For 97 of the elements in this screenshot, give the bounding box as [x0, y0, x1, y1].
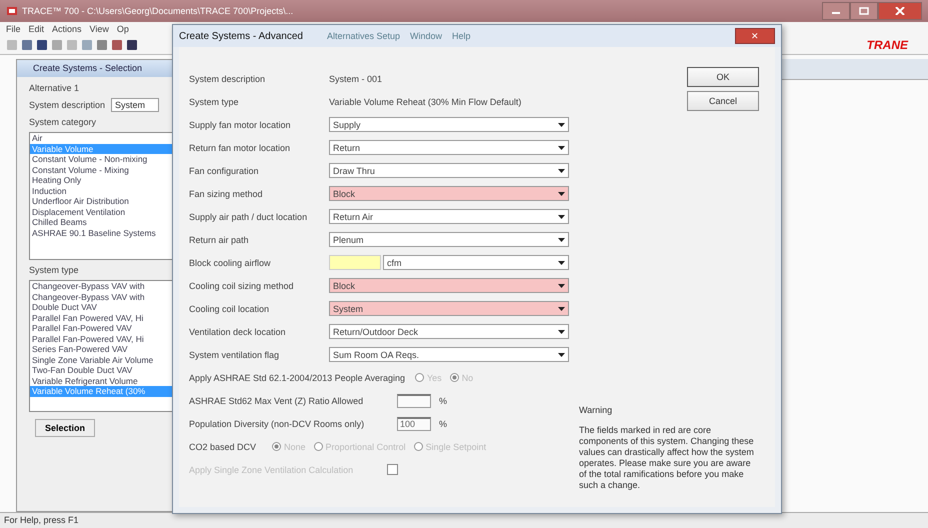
unit-label: %: [439, 396, 448, 406]
menu-item[interactable]: Actions: [52, 24, 82, 34]
toolbar-icon[interactable]: [111, 39, 123, 51]
list-item[interactable]: Double Duct VAV: [30, 302, 174, 312]
cancel-button[interactable]: Cancel: [687, 91, 759, 111]
list-item[interactable]: Changeover-Bypass VAV with: [30, 281, 174, 292]
list-item[interactable]: ASHRAE 90.1 Baseline Systems: [30, 228, 174, 238]
list-item[interactable]: Air: [30, 133, 174, 144]
field-label: Block cooling airflow: [189, 258, 272, 268]
close-icon: [895, 7, 905, 15]
window-title: TRACE™ 700 - C:\Users\Georg\Documents\TRACE 700\Projects\...: [22, 6, 294, 16]
panel-title: Create Systems - Selection: [17, 60, 174, 77]
description-field[interactable]: System: [111, 98, 160, 112]
caret-icon: [558, 330, 565, 334]
menu-item[interactable]: File: [6, 24, 21, 34]
field-label: ASHRAE Std62 Max Vent (Z) Ratio Allowed: [189, 396, 364, 406]
menu-item[interactable]: Edit: [28, 24, 44, 34]
menu-item[interactable]: Window: [410, 31, 442, 41]
unit-label: %: [439, 418, 448, 428]
selection-button[interactable]: Selection: [35, 419, 95, 437]
maximize-button[interactable]: [850, 2, 878, 20]
list-item[interactable]: Constant Volume - Mixing: [30, 164, 174, 175]
list-label: System type: [29, 265, 80, 275]
caret-icon: [558, 192, 565, 196]
caret-icon: [558, 214, 565, 218]
list-item[interactable]: Heating Only: [30, 175, 174, 186]
field-label: System description: [29, 100, 106, 110]
caret-icon: [558, 122, 565, 126]
field-label: System type: [189, 96, 240, 106]
field-label: System ventilation flag: [189, 350, 280, 360]
field-label: Return air path: [189, 234, 250, 244]
list-item[interactable]: Underfloor Air Distribution: [30, 196, 174, 206]
app-icon: [6, 5, 18, 17]
dropdown[interactable]: Block: [329, 278, 569, 293]
field-label: Population Diversity (non-DCV Rooms only): [189, 418, 366, 428]
field-label: Ventilation deck location: [189, 326, 287, 336]
close-button[interactable]: ✕: [735, 28, 775, 44]
alternative-label: Alternative 1: [29, 83, 80, 93]
dropdown[interactable]: Sum Room OA Reqs.: [329, 347, 569, 362]
dropdown[interactable]: Return/Outdoor Deck: [329, 324, 569, 339]
list-item[interactable]: Displacement Ventilation: [30, 206, 174, 217]
dropdown[interactable]: Draw Thru: [329, 163, 569, 178]
status-text: For Help, press F1: [4, 515, 79, 525]
dropdown[interactable]: Return: [329, 140, 569, 155]
list-item[interactable]: Variable Refrigerant Volume: [30, 376, 174, 386]
menu-item[interactable]: Alternatives Setup: [326, 31, 400, 41]
list-item[interactable]: Changeover-Bypass VAV with: [30, 292, 174, 302]
list-item[interactable]: Chilled Beams: [30, 217, 174, 228]
toolbar-icon[interactable]: [36, 39, 48, 51]
warning-title: Warning: [579, 405, 612, 415]
dropdown[interactable]: Return Air: [329, 209, 569, 224]
list-item[interactable]: Parallel Fan Powered VAV, Hi: [30, 312, 174, 323]
list-item[interactable]: Induction: [30, 186, 174, 196]
field-label: Return fan motor location: [189, 142, 292, 152]
input-field[interactable]: [329, 255, 381, 270]
input-field[interactable]: 100: [397, 416, 431, 430]
toolbar-icon[interactable]: [126, 39, 138, 51]
caret-icon: [558, 238, 565, 242]
field-label: Supply air path / duct location: [189, 212, 308, 222]
caret-icon: [558, 146, 565, 150]
list-item[interactable]: Constant Volume - Non-mixing: [30, 154, 174, 164]
list-item[interactable]: Two-Fan Double Duct VAV: [30, 365, 174, 376]
field-label: Fan configuration: [189, 166, 260, 176]
caret-icon: [558, 306, 565, 310]
option-label: CO2 based DCV: [189, 442, 256, 452]
field-value: Variable Volume Reheat (30% Min Flow Default): [329, 96, 522, 106]
input-field[interactable]: [397, 394, 431, 408]
field-label: System description: [189, 74, 266, 84]
list-item[interactable]: Series Fan-Powered VAV: [30, 344, 174, 354]
list-item[interactable]: Single Zone Variable Air Volume: [30, 354, 174, 365]
dropdown[interactable]: System: [329, 301, 569, 316]
list-item[interactable]: Parallel Fan-Powered VAV, Hi: [30, 334, 174, 344]
menu-item[interactable]: Op: [116, 24, 129, 34]
dropdown[interactable]: Plenum: [329, 232, 569, 247]
field-label: Cooling coil location: [189, 304, 270, 314]
dialog-title: Create Systems - Advanced: [179, 30, 303, 42]
list-item[interactable]: Parallel Fan-Powered VAV: [30, 323, 174, 334]
maximize-icon: [859, 7, 869, 15]
caret-icon: [558, 168, 565, 172]
caret-icon: [558, 284, 565, 288]
minimize-button[interactable]: [822, 2, 850, 20]
logo: TRANE: [866, 38, 908, 52]
warning-text: The fields marked in red are core components of this system. Changing these values can drastically affect how the system operates. Please make sure you are aware of the total ramifications before you make such a change.: [579, 425, 755, 491]
option-label: Apply ASHRAE Std 62.1-2004/2013 People Averaging: [189, 372, 406, 382]
dropdown[interactable]: cfm: [383, 255, 569, 270]
field-value: System - 001: [329, 74, 382, 84]
caret-icon: [558, 352, 565, 356]
caret-icon: [558, 260, 565, 264]
field-label: Cooling coil sizing method: [189, 280, 295, 290]
ok-button[interactable]: OK: [687, 67, 759, 87]
close-button[interactable]: [878, 2, 922, 20]
menu-item[interactable]: View: [90, 24, 109, 34]
field-label: Supply fan motor location: [189, 120, 292, 130]
dropdown[interactable]: Block: [329, 186, 569, 201]
dropdown[interactable]: Supply: [329, 117, 569, 132]
field-label: Fan sizing method: [189, 188, 264, 198]
list-label: System category: [29, 117, 98, 127]
